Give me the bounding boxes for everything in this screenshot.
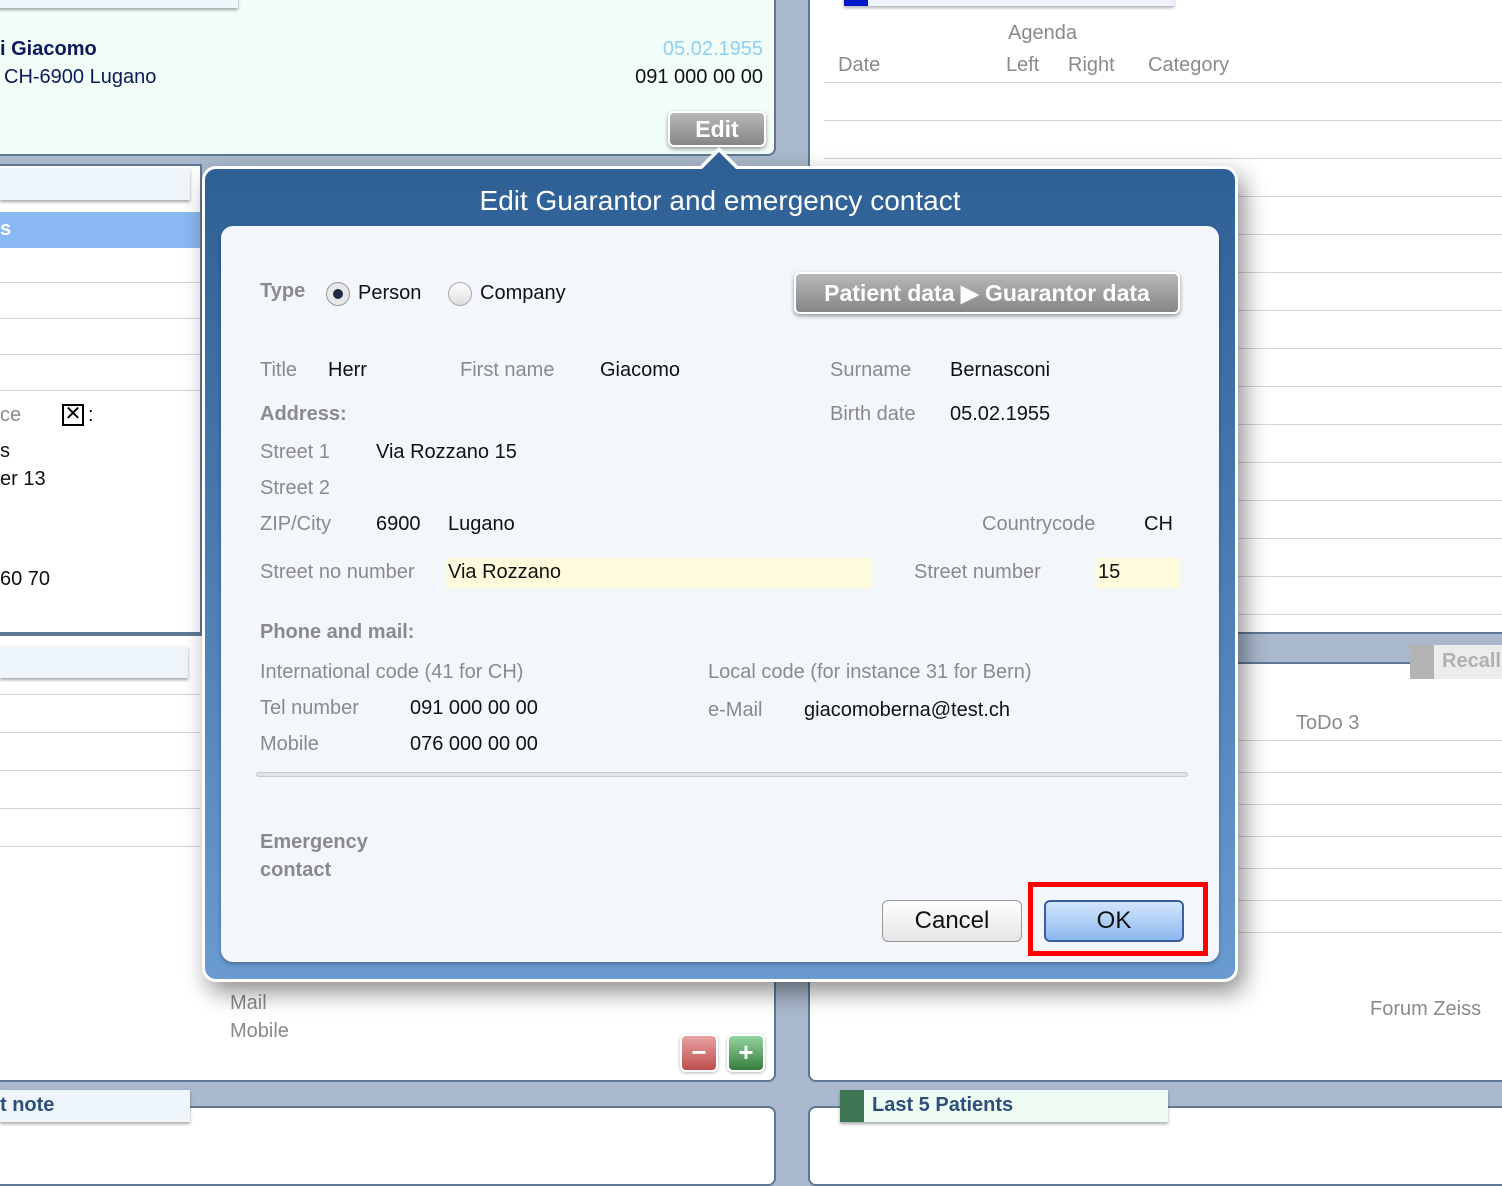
surname-label: Surname	[830, 359, 912, 381]
row-divider	[1238, 740, 1502, 741]
dialog-title: Edit Guarantor and emergency contact	[479, 185, 961, 216]
row-divider	[1238, 772, 1502, 773]
tel-label: Tel number	[260, 697, 359, 719]
street-number-input[interactable]: 15	[1096, 558, 1180, 588]
row-divider	[1238, 868, 1502, 869]
radio-person[interactable]	[326, 282, 350, 306]
col-date[interactable]: Date	[838, 54, 880, 77]
col-category[interactable]: Category	[1148, 54, 1229, 77]
recalls-tab[interactable]: Recall	[1410, 645, 1502, 679]
surname-value[interactable]: Bernasconi	[950, 359, 1050, 382]
street1-value[interactable]: Via Rozzano 15	[376, 441, 517, 464]
row-divider	[0, 354, 200, 355]
emergency-heading: Emergency contact	[260, 831, 368, 881]
plus-icon: +	[738, 1037, 754, 1067]
intl-code-label: International code (41 for CH)	[260, 661, 524, 683]
radio-company-label[interactable]: Company	[480, 282, 566, 305]
row-divider	[824, 82, 1502, 83]
radio-person-label[interactable]: Person	[358, 282, 421, 305]
first-name-label: First name	[460, 359, 555, 381]
ok-button[interactable]: OK	[1044, 900, 1184, 942]
row-divider	[0, 770, 200, 771]
row-divider	[1238, 900, 1502, 901]
minus-icon: −	[691, 1037, 707, 1067]
row-divider	[0, 732, 200, 733]
row-divider	[0, 282, 200, 283]
patient-name: i Giacomo	[0, 38, 97, 60]
street2-input[interactable]	[376, 477, 816, 503]
zip-value[interactable]: 6900	[376, 513, 421, 536]
contacts-tab[interactable]	[0, 646, 188, 678]
checkbox-suffix: :	[88, 404, 94, 426]
patient-birth-date: 05.02.1955	[662, 38, 763, 60]
street1-label: Street 1	[260, 441, 331, 463]
patient-phone: 091 000 00 00	[635, 66, 763, 88]
row-divider	[824, 158, 1502, 159]
checkbox-checked[interactable]: ✕	[62, 404, 84, 426]
dialog-pointer-inner	[701, 152, 737, 170]
row-divider	[0, 318, 200, 319]
row-divider	[1238, 804, 1502, 805]
birth-date-value[interactable]: 05.02.1955	[950, 403, 1050, 426]
edit-button[interactable]: Edit	[668, 111, 766, 147]
local-code-label: Local code (for instance 31 for Bern)	[708, 661, 1032, 683]
countrycode-label: Countrycode	[982, 513, 1096, 535]
patient-address: CH-6900 Lugano	[4, 66, 157, 88]
row-divider	[0, 390, 200, 391]
street-no-number-label: Street no number	[260, 561, 415, 583]
birth-date-label: Birth date	[830, 403, 916, 425]
address-heading: Address:	[260, 403, 347, 425]
street2-label: Street 2	[260, 477, 331, 499]
todo-label: ToDo 3	[1296, 712, 1360, 734]
agenda-tab[interactable]	[844, 0, 1174, 6]
row-divider	[0, 694, 200, 695]
contact-mobile-label: Mobile	[230, 1020, 289, 1042]
city-value[interactable]: Lugano	[448, 513, 515, 536]
row-divider	[824, 120, 1502, 121]
countrycode-value[interactable]: CH	[1144, 513, 1173, 536]
first-name-value[interactable]: Giacomo	[600, 359, 680, 382]
left-label: ce	[0, 404, 22, 426]
left-line: er 13	[0, 468, 46, 490]
radio-company[interactable]	[448, 282, 472, 306]
row-divider	[1238, 932, 1502, 933]
type-label: Type	[260, 280, 306, 302]
copy-patient-data-button[interactable]: Patient data ▶ Guarantor data	[794, 272, 1180, 314]
street-number-label: Street number	[914, 561, 1041, 583]
last-patients-tab[interactable]: Last 5 Patients	[840, 1090, 1168, 1122]
selected-row[interactable]: s	[0, 212, 200, 248]
left-line: 60 70	[0, 568, 51, 590]
col-left[interactable]: Left	[1006, 54, 1039, 77]
row-divider	[1238, 836, 1502, 837]
row-divider	[0, 846, 200, 847]
agenda-header: Agenda	[1008, 22, 1077, 44]
col-right[interactable]: Right	[1068, 54, 1115, 77]
street-no-number-input[interactable]: Via Rozzano	[446, 558, 872, 588]
email-label: e-Mail	[708, 699, 763, 721]
add-button[interactable]: +	[727, 1034, 765, 1072]
phone-heading: Phone and mail:	[260, 621, 415, 643]
section-divider	[256, 772, 1188, 777]
zip-city-label: ZIP/City	[260, 513, 332, 535]
row-divider	[0, 808, 200, 809]
contact-mail-label: Mail	[230, 992, 267, 1014]
tel-value[interactable]: 091 000 00 00	[410, 697, 538, 720]
left-info-tab[interactable]	[0, 168, 190, 200]
note-tab[interactable]: t note	[0, 1090, 190, 1122]
patient-card-tab	[0, 0, 238, 8]
mobile-value[interactable]: 076 000 00 00	[410, 733, 538, 756]
left-line: s	[0, 440, 10, 462]
title-value[interactable]: Herr	[328, 359, 367, 382]
mobile-label: Mobile	[260, 733, 319, 755]
remove-button[interactable]: −	[680, 1034, 718, 1072]
title-label: Title	[260, 359, 298, 381]
forum-zeiss-label: Forum Zeiss	[1370, 998, 1482, 1020]
cancel-button[interactable]: Cancel	[882, 900, 1022, 942]
email-value[interactable]: giacomoberna@test.ch	[804, 699, 1010, 722]
